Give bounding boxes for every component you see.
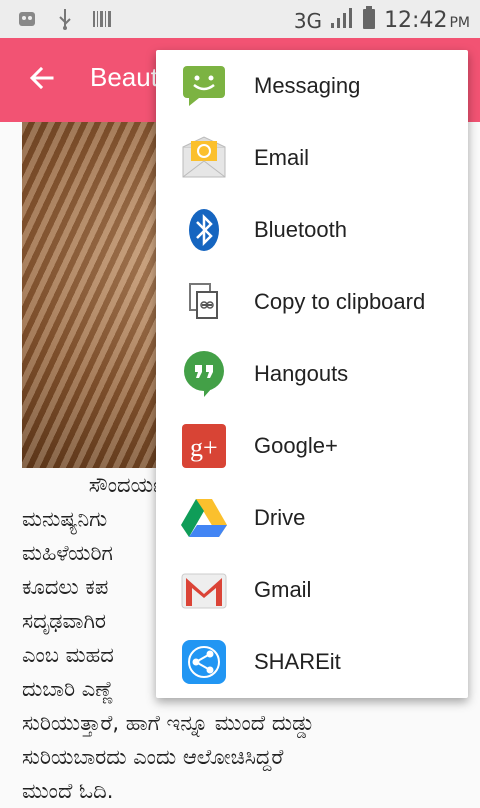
share-item-label: Email (254, 145, 310, 170)
share-item-bluetooth[interactable]: Bluetooth (156, 194, 468, 266)
share-item-hangouts[interactable]: Hangouts (156, 338, 468, 410)
svg-text:g+: g+ (190, 433, 218, 462)
share-menu: Messaging Email Bluetooth Copy to clipbo… (156, 50, 468, 698)
share-item-label: Drive (254, 505, 306, 530)
google-plus-icon: g+ (180, 422, 228, 470)
share-item-label: Bluetooth (254, 217, 347, 242)
bluetooth-icon (180, 206, 228, 254)
clipboard-icon (180, 278, 228, 326)
clock-time: 12:42 (384, 8, 448, 33)
drive-icon (180, 494, 228, 542)
share-item-label: Gmail (254, 577, 312, 602)
status-bar: 3G 12:42 PM (0, 0, 480, 38)
article-line: ಮುಂದೆ ಓದಿ. (22, 779, 114, 803)
share-item-drive[interactable]: Drive (156, 482, 468, 554)
share-item-gmail[interactable]: Gmail (156, 554, 468, 626)
share-item-messaging[interactable]: Messaging (156, 50, 468, 122)
share-item-label: Copy to clipboard (254, 289, 426, 314)
barcode-icon (92, 9, 112, 33)
signal-icon (330, 7, 354, 34)
share-item-google-plus[interactable]: g+ Google+ (156, 410, 468, 482)
messaging-icon (180, 62, 228, 110)
battery-icon (362, 6, 376, 35)
gmail-icon (180, 566, 228, 614)
share-item-email[interactable]: Email (156, 122, 468, 194)
share-item-label: Hangouts (254, 361, 349, 386)
usb-icon (56, 8, 74, 34)
article-line: ಸುರಿಯಬಾರದು ಎಂದು ಆಲೋಚಿಸಿದ್ದರೆ (22, 745, 284, 769)
network-type: 3G (293, 8, 323, 33)
clock-ampm: PM (449, 15, 470, 31)
robot-notification-icon (16, 8, 38, 34)
shareit-icon (180, 638, 228, 686)
share-item-shareit[interactable]: SHAREit (156, 626, 468, 698)
email-icon (180, 134, 228, 182)
share-item-label: Google+ (254, 433, 338, 458)
hangouts-icon (180, 350, 228, 398)
article-line: ಸುರಿಯುತ್ತಾರೆ, ಹಾಗೆ ಇನ್ನೂ ಮುಂದೆ ದುಡ್ಡು (22, 711, 315, 735)
back-arrow-icon[interactable] (26, 62, 58, 94)
share-item-label: Messaging (254, 73, 361, 98)
share-item-copy-to-clipboard[interactable]: Copy to clipboard (156, 266, 468, 338)
share-item-label: SHAREit (254, 649, 341, 674)
